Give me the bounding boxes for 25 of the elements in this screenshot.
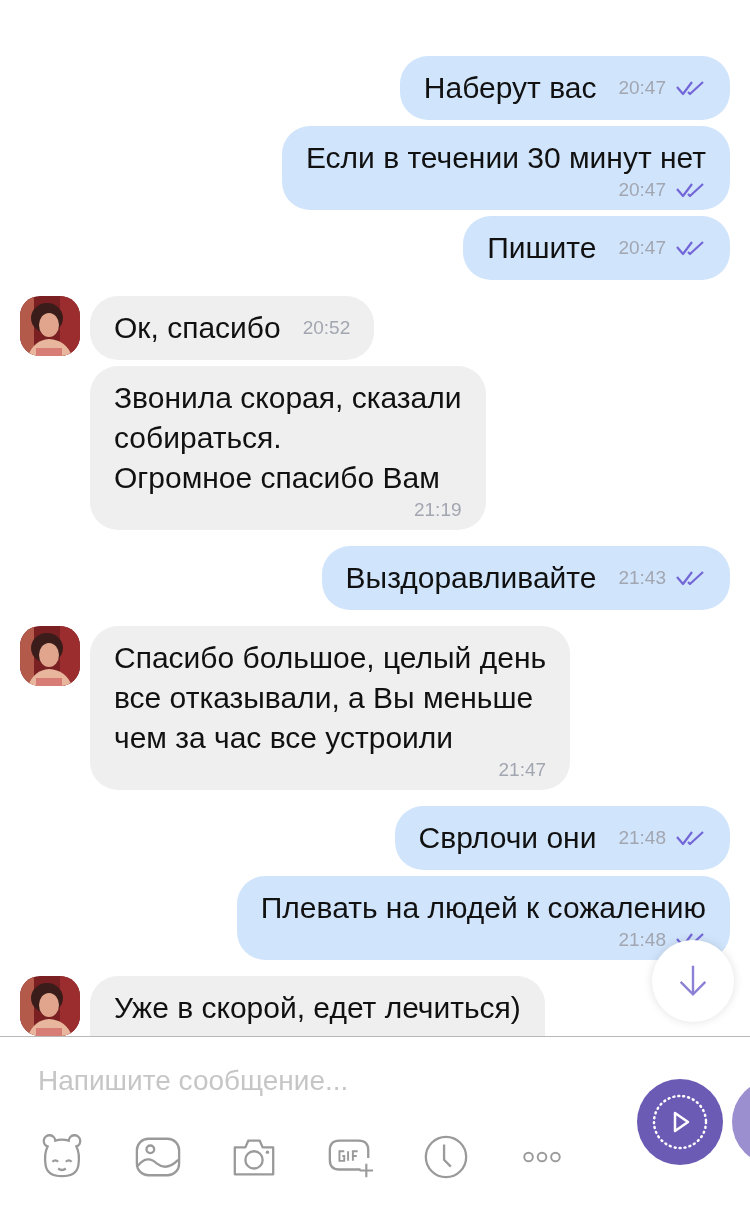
message-time: 21:47 [498, 758, 547, 782]
message-time: 21:48 [618, 826, 666, 850]
message-text: Звонила скорая, сказали собираться. Огромное спасибо Вам [114, 380, 462, 496]
message-text: Сврлочи они [418, 820, 597, 856]
message-input[interactable]: Напишите сообщение... [38, 1065, 558, 1097]
message-text: Плевать на людей к сожалению [260, 890, 706, 926]
message-text: Спасибо большое, целый день все отказывали, а Вы меньше чем за час все устроили [114, 640, 547, 756]
message-text: Наберут вас [423, 70, 597, 106]
message-text: Пишите [487, 230, 597, 266]
message-text: Выздоравливайте [345, 560, 597, 596]
clock-icon[interactable] [422, 1133, 470, 1181]
message-time: 21:43 [618, 566, 666, 590]
play-icon [650, 1092, 710, 1152]
avatar[interactable] [20, 976, 80, 1036]
message-text: Если в течении 30 минут нет [305, 140, 706, 176]
message-text: Ок, спасибо [114, 310, 281, 346]
message-time: 20:47 [618, 76, 666, 100]
avatar[interactable] [20, 626, 80, 686]
message-time: 21:19 [414, 498, 462, 522]
message-time: 20:47 [618, 236, 666, 260]
message-time: 20:47 [618, 178, 666, 202]
message-time: 20:52 [302, 316, 351, 340]
message-time: 21:48 [618, 928, 666, 952]
message-text: Уже в скорой, едет лечиться) [114, 990, 521, 1026]
avatar[interactable] [20, 296, 80, 356]
